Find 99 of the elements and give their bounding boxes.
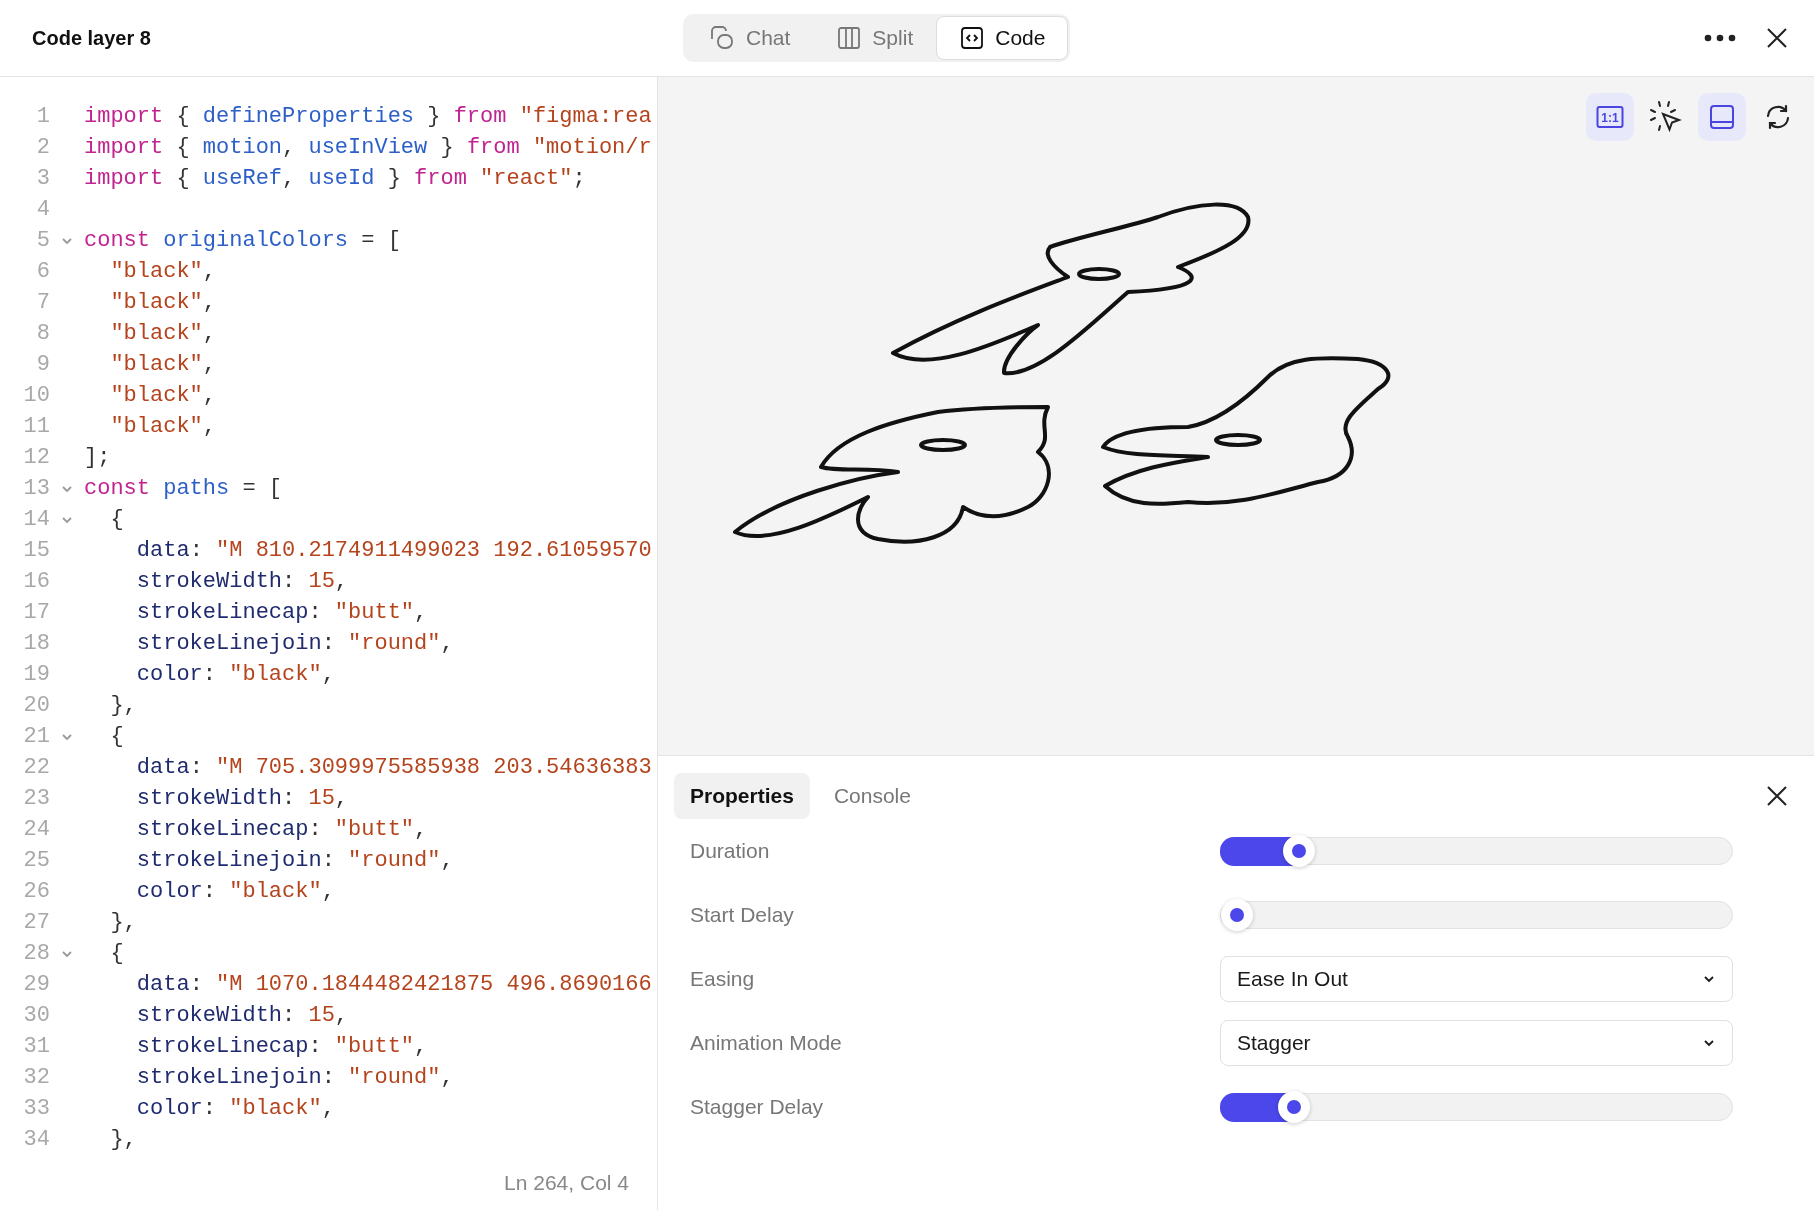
line-number: 3: [35, 166, 50, 191]
slider-thumb[interactable]: [1221, 899, 1253, 931]
code-line: const paths = [: [84, 476, 283, 501]
property-label: Start Delay: [690, 903, 795, 927]
property-label: Animation Mode: [690, 1031, 843, 1055]
chat-icon: [708, 24, 736, 52]
code-line: strokeLinejoin: "round",: [135, 848, 454, 873]
line-number: 6: [35, 259, 50, 284]
code-line: "black",: [109, 383, 217, 408]
code-line: {: [109, 507, 124, 532]
line-number: 16: [22, 569, 50, 594]
line-number: 17: [22, 600, 50, 625]
slider[interactable]: [1220, 1093, 1733, 1121]
view-tab[interactable]: Split: [813, 16, 937, 60]
line-number: 13: [22, 476, 50, 501]
more-icon[interactable]: [1704, 34, 1736, 42]
view-tab[interactable]: Code: [936, 16, 1069, 60]
code-line: {: [109, 724, 124, 749]
code-line: "black",: [109, 352, 217, 377]
view-tab[interactable]: Chat: [685, 16, 814, 60]
refresh-icon: [1764, 103, 1792, 131]
line-number: 10: [22, 383, 50, 408]
line-number: 33: [22, 1096, 50, 1121]
code-line: data: "M 705.3099975585938 203.54636383: [135, 755, 652, 780]
property-label: Stagger Delay: [690, 1095, 825, 1119]
code-line: data: "M 810.2174911499023 192.61059570: [135, 538, 652, 563]
code-line: {: [109, 941, 124, 966]
line-number: 5: [35, 228, 50, 253]
pointer-sparkle-icon: [1649, 100, 1683, 134]
panel-tab[interactable]: Console: [817, 773, 927, 819]
line-number: 7: [35, 290, 50, 315]
ratio-icon: 1:1: [1596, 105, 1624, 129]
code-line: color: "black",: [135, 879, 335, 904]
line-number: 21: [22, 724, 50, 749]
line-number: 28: [22, 941, 50, 966]
line-number: 30: [22, 1003, 50, 1028]
code-line: },: [109, 1127, 137, 1152]
code-line: const originalColors = [: [84, 228, 401, 253]
line-number: 22: [22, 755, 50, 780]
close-panel-icon[interactable]: [1766, 785, 1788, 807]
line-number: 32: [22, 1065, 50, 1090]
slider[interactable]: [1220, 901, 1733, 929]
window-title: Code layer 8: [32, 26, 151, 50]
line-number: 2: [35, 135, 50, 160]
code-line: "black",: [109, 259, 217, 284]
line-number: 19: [22, 662, 50, 687]
line-number: 4: [35, 197, 50, 222]
code-line: strokeLinejoin: "round",: [135, 1065, 454, 1090]
code-line: "black",: [109, 321, 217, 346]
line-number: 26: [22, 879, 50, 904]
line-number: 23: [22, 786, 50, 811]
line-number: 24: [22, 817, 50, 842]
code-line: strokeWidth: 15,: [135, 569, 349, 594]
line-number: 1: [35, 104, 50, 129]
line-number: 15: [22, 538, 50, 563]
code-line: strokeLinecap: "butt",: [135, 1034, 428, 1059]
slider-thumb[interactable]: [1278, 1091, 1311, 1123]
line-number: 14: [22, 507, 50, 532]
dropdown[interactable]: Stagger: [1220, 1020, 1733, 1066]
code-line: import { defineProperties } from "figma:rea: [84, 104, 652, 129]
property-label: Easing: [690, 967, 756, 991]
line-number: 11: [22, 414, 50, 439]
code-icon: [959, 25, 986, 51]
toolbar-button[interactable]: 1:1: [1586, 93, 1634, 141]
code-line: strokeLinecap: "butt",: [135, 817, 428, 842]
dropdown[interactable]: Ease In Out: [1220, 956, 1733, 1002]
code-line: ];: [84, 445, 111, 470]
line-number: 8: [35, 321, 50, 346]
property-label: Duration: [690, 839, 771, 863]
code-line: strokeLinecap: "butt",: [135, 600, 428, 625]
close-icon[interactable]: [1766, 27, 1788, 49]
line-number: 20: [22, 693, 50, 718]
code-line: },: [109, 693, 137, 718]
code-line: import { motion, useInView } from "motion/r: [84, 135, 652, 160]
panel-tab[interactable]: Properties: [674, 773, 810, 819]
code-line: "black",: [109, 414, 217, 439]
toolbar-button[interactable]: [1698, 93, 1746, 141]
code-line: },: [109, 910, 137, 935]
slider[interactable]: [1220, 837, 1733, 865]
panel-icon: [1709, 104, 1735, 130]
line-number: 25: [22, 848, 50, 873]
line-number: 27: [22, 910, 50, 935]
line-number: 29: [22, 972, 50, 997]
cursor-position: Ln 264, Col 4: [504, 1171, 629, 1195]
code-line: strokeWidth: 15,: [135, 786, 349, 811]
code-line: color: "black",: [135, 662, 335, 687]
line-number: 34: [22, 1127, 50, 1152]
columns-icon: [836, 25, 863, 51]
slider-thumb[interactable]: [1283, 835, 1316, 867]
code-line: data: "M 1070.1844482421875 496.8690166: [135, 972, 652, 997]
code-line: color: "black",: [135, 1096, 335, 1121]
code-line: import { useRef, useId } from "react";: [84, 166, 586, 191]
line-number: 9: [35, 352, 50, 377]
line-number: 18: [22, 631, 50, 656]
code-line: "black",: [109, 290, 217, 315]
code-line: strokeLinejoin: "round",: [135, 631, 454, 656]
line-number: 31: [22, 1034, 50, 1059]
line-number: 12: [22, 445, 50, 470]
code-line: strokeWidth: 15,: [135, 1003, 349, 1028]
